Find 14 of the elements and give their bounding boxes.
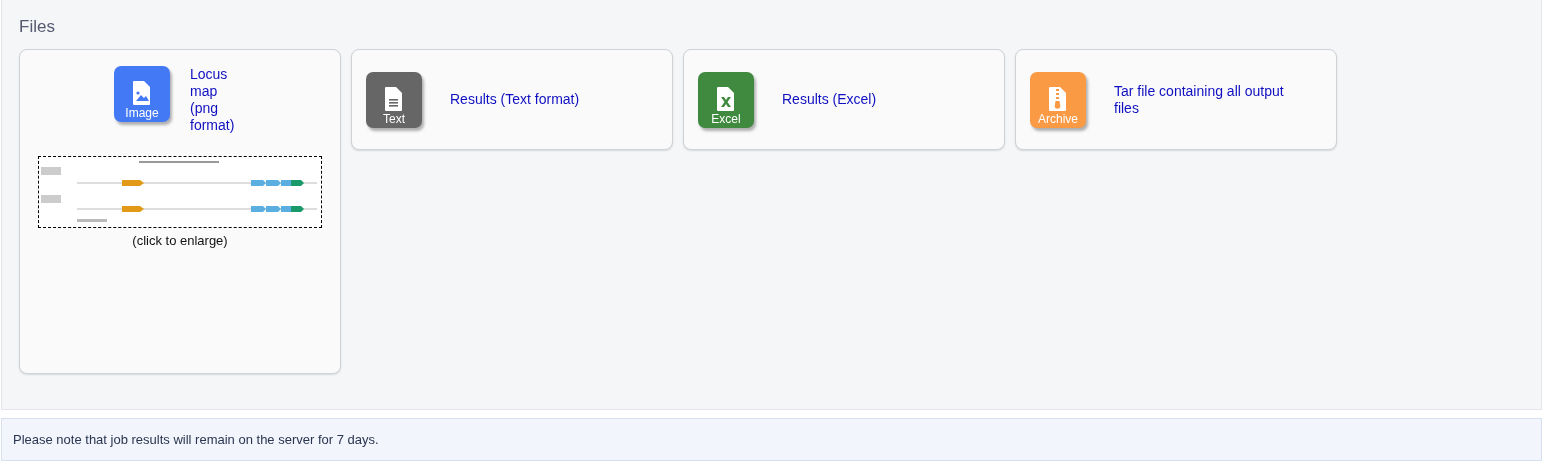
file-type-badge[interactable]: Excel bbox=[698, 71, 754, 128]
image-file-icon bbox=[133, 81, 151, 105]
file-type-badge[interactable]: Image bbox=[114, 66, 170, 122]
panel-title: Files bbox=[19, 17, 55, 37]
zip-file-icon bbox=[1049, 86, 1067, 111]
file-link[interactable]: Tar file containing all output files bbox=[1114, 82, 1299, 117]
enlarge-caption: (click to enlarge) bbox=[132, 233, 228, 248]
file-link[interactable]: Results (Excel) bbox=[782, 91, 967, 108]
file-type-badge[interactable]: Text bbox=[366, 71, 422, 128]
spreadsheet-file-icon bbox=[717, 86, 735, 111]
file-link[interactable]: Locus map (png format) bbox=[190, 66, 246, 134]
file-link[interactable]: Results (Text format) bbox=[450, 91, 635, 108]
text-file-icon bbox=[385, 86, 403, 111]
retention-note: Please note that job results will remain on the server for 7 days. bbox=[1, 418, 1542, 461]
